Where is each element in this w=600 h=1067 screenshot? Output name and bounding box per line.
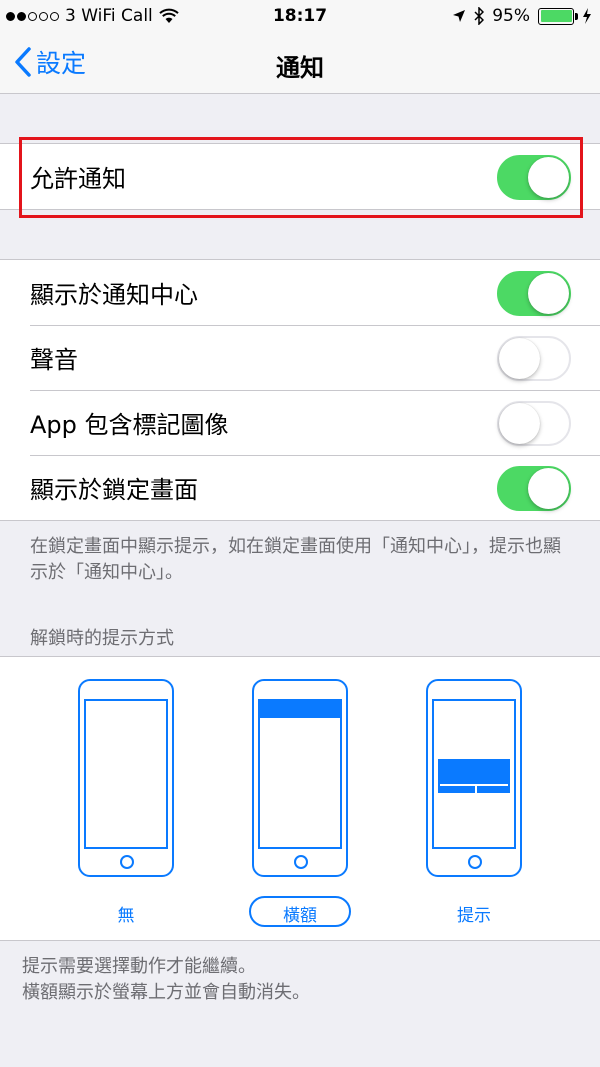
alert-style-none-option[interactable]	[78, 679, 174, 877]
setting-label: 聲音	[30, 346, 78, 374]
setting-row-lock-screen: 顯示於鎖定畫面	[0, 455, 600, 520]
alert-style-footnote: 提示需要選擇動作才能繼續。 橫額顯示於螢幕上方並會自動消失。	[22, 954, 567, 1006]
sounds-toggle[interactable]	[497, 336, 571, 381]
show-on-lock-screen-toggle[interactable]	[497, 466, 571, 511]
setting-label: App 包含標記圖像	[30, 411, 229, 439]
status-bar: 3 WiFi Call 18:17 95%	[0, 0, 600, 32]
page-title: 通知	[276, 54, 324, 82]
setting-label: 顯示於通知中心	[30, 281, 198, 309]
alert-style-footnote-line: 提示需要選擇動作才能繼續。	[22, 956, 256, 977]
battery-icon	[538, 7, 578, 25]
lock-screen-footnote: 在鎖定畫面中顯示提示，如在鎖定畫面使用「通知中心」，提示也顯示於「通知中心」。	[30, 536, 561, 583]
notification-settings-group: 顯示於通知中心 聲音 App 包含標記圖像 顯示於鎖定畫面	[0, 259, 600, 521]
phone-screen	[258, 699, 342, 849]
highlight-annotation	[19, 137, 583, 218]
home-button-icon	[294, 855, 308, 869]
badge-app-icon-toggle[interactable]	[497, 401, 571, 446]
battery-percent: 95%	[492, 6, 530, 26]
setting-row-sounds: 聲音	[0, 325, 600, 390]
phone-screen	[432, 699, 516, 849]
charging-bolt-icon	[583, 8, 591, 24]
navigation-bar: 設定 通知	[0, 32, 600, 94]
alert-style-none-label[interactable]: 無	[96, 901, 156, 926]
home-button-icon	[120, 855, 134, 869]
alert-style-alerts-label[interactable]: 提示	[444, 901, 504, 926]
notification-center-toggle[interactable]	[497, 271, 571, 316]
alert-style-banners-label[interactable]: 橫額	[270, 901, 330, 926]
alert-preview	[438, 759, 510, 793]
banner-preview	[260, 701, 340, 718]
alert-style-header: 解鎖時的提示方式	[30, 628, 174, 649]
setting-row-badge-app-icon: App 包含標記圖像	[0, 390, 600, 455]
alert-style-footnote-line: 橫額顯示於螢幕上方並會自動消失。	[22, 982, 310, 1003]
alert-style-alerts-option[interactable]	[426, 679, 522, 877]
alert-style-banners-option[interactable]	[252, 679, 348, 877]
setting-label: 顯示於鎖定畫面	[30, 476, 198, 504]
phone-screen	[84, 699, 168, 849]
alert-style-picker: 無 橫額 提示	[0, 656, 600, 941]
setting-row-notification-center: 顯示於通知中心	[0, 260, 600, 325]
home-button-icon	[468, 855, 482, 869]
bluetooth-icon	[474, 7, 485, 25]
location-arrow-icon	[453, 10, 466, 22]
